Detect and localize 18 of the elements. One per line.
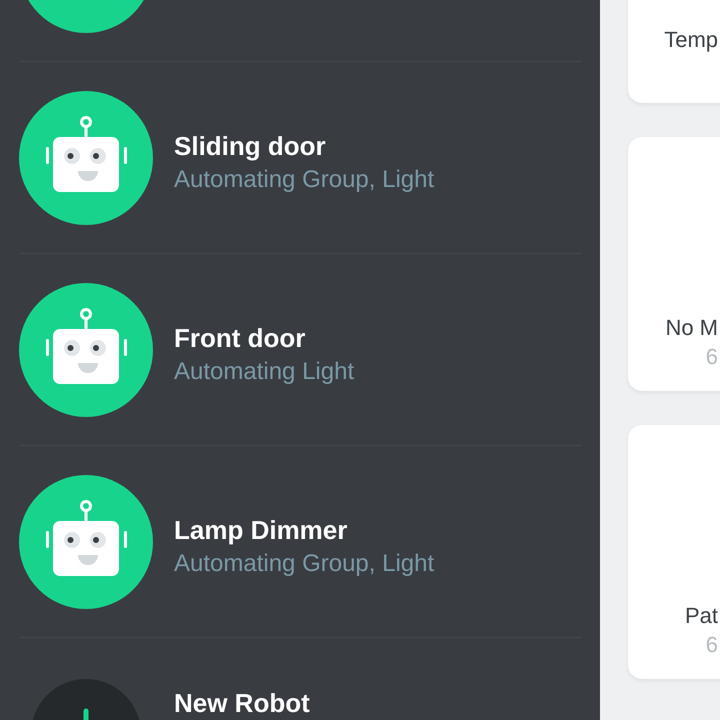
card-title: Pat xyxy=(684,602,718,630)
card-title: No M xyxy=(665,314,718,342)
card-title: Temp xyxy=(664,26,718,54)
robot-name: Lamp Dimmer xyxy=(174,514,348,546)
robot-name: Front door xyxy=(174,322,306,354)
robot-name: Sliding door xyxy=(174,130,327,162)
robot-description: Automating Group, Light xyxy=(174,549,434,579)
robot-description: Automating Group, Light xyxy=(174,165,434,195)
robot-avatar-icon xyxy=(19,282,153,416)
device-card[interactable]: Pat 6 xyxy=(628,425,720,679)
robot-avatar-icon xyxy=(19,90,153,224)
device-card[interactable]: Temp xyxy=(628,0,720,103)
card-subtitle: 6 xyxy=(706,631,718,659)
new-robot-label[interactable]: New Robot xyxy=(174,688,310,718)
card-subtitle: 6 xyxy=(706,343,718,371)
device-card[interactable]: No M 6 xyxy=(628,137,720,391)
robot-avatar-icon xyxy=(19,474,153,608)
robot-description: Automating Light xyxy=(174,357,354,387)
